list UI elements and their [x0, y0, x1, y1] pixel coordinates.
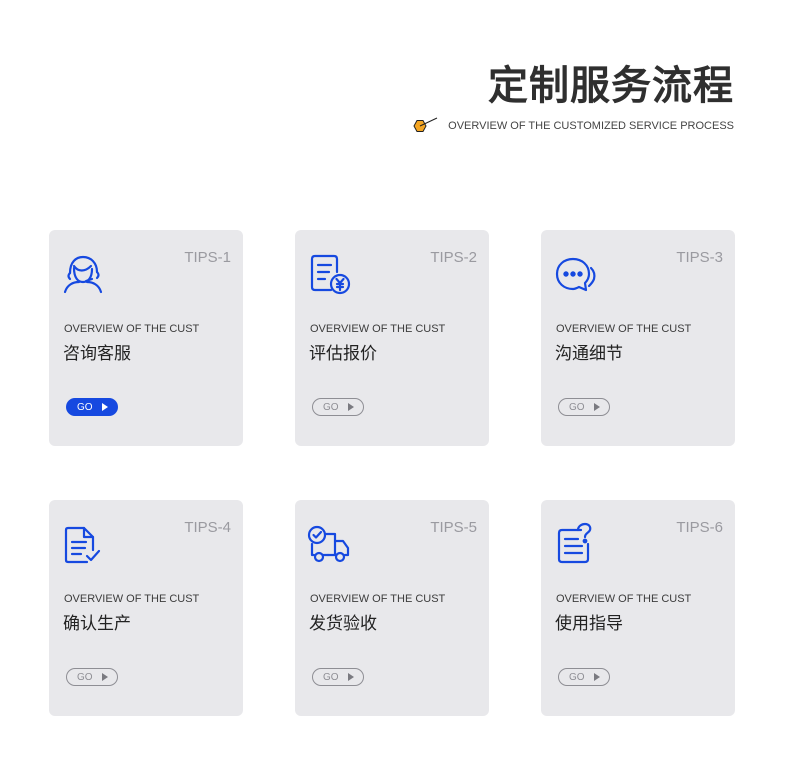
play-arrow-icon	[102, 403, 108, 411]
play-arrow-icon	[348, 673, 354, 681]
play-arrow-icon	[348, 403, 354, 411]
document-check-icon	[64, 526, 101, 564]
process-card-1: TIPS-1 OVERVIEW OF THE CUST 咨询客服 GO	[49, 230, 243, 446]
page-title: 定制服务流程	[488, 63, 734, 109]
tips-label: TIPS-3	[676, 249, 723, 266]
play-arrow-icon	[594, 403, 600, 411]
go-button[interactable]: GO	[312, 668, 364, 686]
tips-label: TIPS-6	[676, 519, 723, 536]
go-button[interactable]: GO	[312, 398, 364, 416]
process-card-5: TIPS-5 OVERVIEW OF THE CUST 发货验收 GO	[295, 500, 489, 716]
card-title: 评估报价	[309, 344, 377, 364]
tips-label: TIPS-2	[430, 249, 477, 266]
card-title: 沟通细节	[555, 344, 623, 364]
guide-question-icon	[557, 522, 592, 564]
go-label: GO	[323, 401, 339, 413]
tips-label: TIPS-5	[430, 519, 477, 536]
go-button[interactable]: GO	[66, 398, 118, 416]
card-title: 咨询客服	[63, 344, 131, 364]
tips-label: TIPS-4	[184, 519, 231, 536]
chat-bubble-icon	[555, 257, 596, 292]
customer-service-icon	[63, 255, 103, 294]
play-arrow-icon	[102, 673, 108, 681]
play-arrow-icon	[594, 673, 600, 681]
go-label: GO	[77, 401, 93, 413]
process-card-6: TIPS-6 OVERVIEW OF THE CUST 使用指导 GO	[541, 500, 735, 716]
card-title: 发货验收	[309, 614, 377, 634]
card-english-label: OVERVIEW OF THE CUST	[64, 323, 200, 335]
go-label: GO	[569, 401, 585, 413]
go-label: GO	[77, 671, 93, 683]
quote-document-icon	[310, 254, 351, 295]
card-english-label: OVERVIEW OF THE CUST	[556, 593, 692, 605]
card-title: 使用指导	[555, 614, 623, 634]
card-english-label: OVERVIEW OF THE CUST	[310, 593, 446, 605]
process-card-4: TIPS-4 OVERVIEW OF THE CUST 确认生产 GO	[49, 500, 243, 716]
card-english-label: OVERVIEW OF THE CUST	[556, 323, 692, 335]
go-button[interactable]: GO	[558, 398, 610, 416]
page-subtitle: OVERVIEW OF THE CUSTOMIZED SERVICE PROCE…	[448, 120, 734, 132]
go-button[interactable]: GO	[558, 668, 610, 686]
go-button[interactable]: GO	[66, 668, 118, 686]
card-english-label: OVERVIEW OF THE CUST	[64, 593, 200, 605]
go-label: GO	[323, 671, 339, 683]
card-title: 确认生产	[63, 614, 131, 634]
hexagon-pin-icon	[413, 117, 438, 132]
delivery-truck-icon	[307, 525, 350, 563]
tips-label: TIPS-1	[184, 249, 231, 266]
card-english-label: OVERVIEW OF THE CUST	[310, 323, 446, 335]
process-card-2: TIPS-2 OVERVIEW OF THE CUST 评估报价 GO	[295, 230, 489, 446]
go-label: GO	[569, 671, 585, 683]
subtitle-row: OVERVIEW OF THE CUSTOMIZED SERVICE PROCE…	[410, 116, 734, 136]
process-card-3: TIPS-3 OVERVIEW OF THE CUST 沟通细节 GO	[541, 230, 735, 446]
